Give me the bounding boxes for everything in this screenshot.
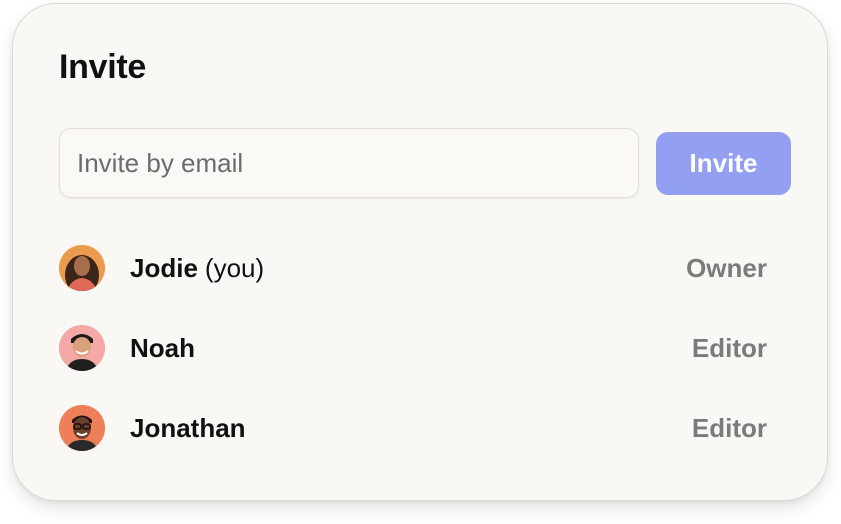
member-name: Jodie	[130, 252, 198, 283]
invite-email-input[interactable]	[59, 128, 639, 198]
member-row-jonathan: Jonathan Editor	[59, 404, 767, 452]
invite-card: Invite Invite Jodie (you) Owner	[12, 3, 828, 501]
member-role[interactable]: Editor	[692, 413, 767, 444]
member-you-label: (you)	[204, 252, 265, 283]
avatar	[59, 405, 105, 451]
member-name: Jonathan	[130, 412, 246, 443]
member-role[interactable]: Editor	[692, 333, 767, 364]
member-name: Noah	[130, 332, 195, 363]
card-title: Invite	[59, 48, 147, 86]
avatar	[59, 245, 105, 291]
member-role[interactable]: Owner	[686, 253, 767, 284]
member-row-noah: Noah Editor	[59, 324, 767, 372]
invite-button[interactable]: Invite	[656, 132, 791, 195]
member-row-jodie: Jodie (you) Owner	[59, 244, 767, 292]
avatar	[59, 325, 105, 371]
